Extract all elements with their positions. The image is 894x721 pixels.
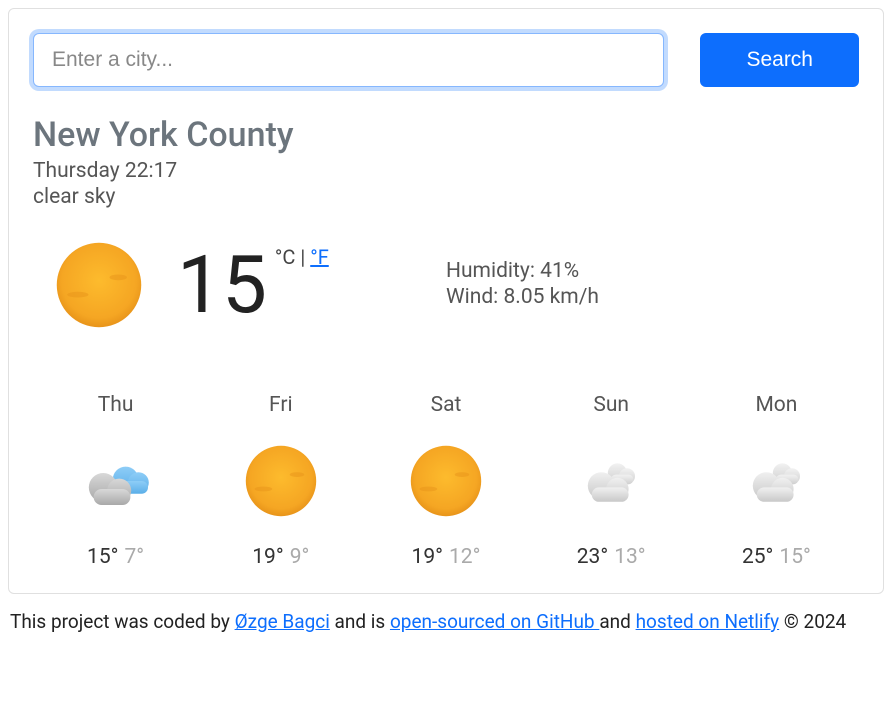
forecast-day-label: Mon [694, 393, 859, 417]
forecast-day-label: Sat [363, 393, 528, 417]
unit-celsius: °C [275, 245, 296, 269]
forecast-day-label: Fri [198, 393, 363, 417]
city-input[interactable] [33, 33, 664, 87]
location-title: New York County [33, 115, 859, 155]
description-line: clear sky [33, 185, 859, 209]
humidity-line: Humidity: 41% [446, 259, 859, 283]
sun-icon [406, 441, 486, 521]
forecast-day: Sat 19°12° [363, 393, 528, 569]
sun-icon [241, 441, 321, 521]
temp-low: 15° [779, 545, 810, 569]
temp-high: 25° [742, 545, 773, 569]
current-temp: 15 [177, 245, 267, 325]
datetime-line: Thursday 22:17 [33, 159, 859, 183]
forecast-temps: 19°12° [363, 545, 528, 569]
current-left: 15 °C | °F [33, 237, 446, 333]
temp-low: 9° [290, 545, 310, 569]
weather-card: Search New York County Thursday 22:17 cl… [8, 8, 884, 594]
cloudy-light-icon [571, 441, 651, 521]
unit-fahrenheit-link[interactable]: °F [310, 245, 329, 269]
netlify-link[interactable]: hosted on Netlify [636, 610, 780, 633]
forecast-temps: 19° 9° [198, 545, 363, 569]
forecast-temps: 15°7° [33, 545, 198, 569]
search-row: Search [33, 33, 859, 87]
current-weather: 15 °C | °F Humidity: 41% Wind: 8.05 km/h [33, 237, 859, 333]
current-details: Humidity: 41% Wind: 8.05 km/h [446, 259, 859, 311]
forecast-day: Sun 23°13° [529, 393, 694, 569]
partly-cloudy-icon [76, 441, 156, 521]
wind-line: Wind: 8.05 km/h [446, 285, 859, 309]
footer: This project was coded by Øzge Bagci and… [8, 610, 886, 633]
temp-high: 15° [87, 545, 118, 569]
forecast-row: Thu15°7°Fri19°9°Sat19°12°Sun23°13°Mon25°… [33, 393, 859, 569]
author-link[interactable]: Øzge Bagci [235, 610, 330, 633]
temp-high: 23° [577, 545, 608, 569]
search-button[interactable]: Search [700, 33, 859, 87]
forecast-temps: 23°13° [529, 545, 694, 569]
forecast-day: Thu 15°7° [33, 393, 198, 569]
temp-low: 13° [614, 545, 645, 569]
sun-icon [51, 237, 147, 333]
forecast-day-label: Thu [33, 393, 198, 417]
forecast-day: Mon 25°15° [694, 393, 859, 569]
cloudy-light-icon [736, 441, 816, 521]
temp-low: 7° [124, 545, 144, 569]
forecast-day-label: Sun [529, 393, 694, 417]
temp-high: 19° [252, 545, 283, 569]
github-link[interactable]: open-sourced on GitHub [390, 610, 599, 633]
temp-high: 19° [412, 545, 443, 569]
unit-toggle: °C | °F [275, 245, 329, 269]
forecast-temps: 25°15° [694, 545, 859, 569]
forecast-day: Fri 19° 9° [198, 393, 363, 569]
temp-low: 12° [449, 545, 480, 569]
